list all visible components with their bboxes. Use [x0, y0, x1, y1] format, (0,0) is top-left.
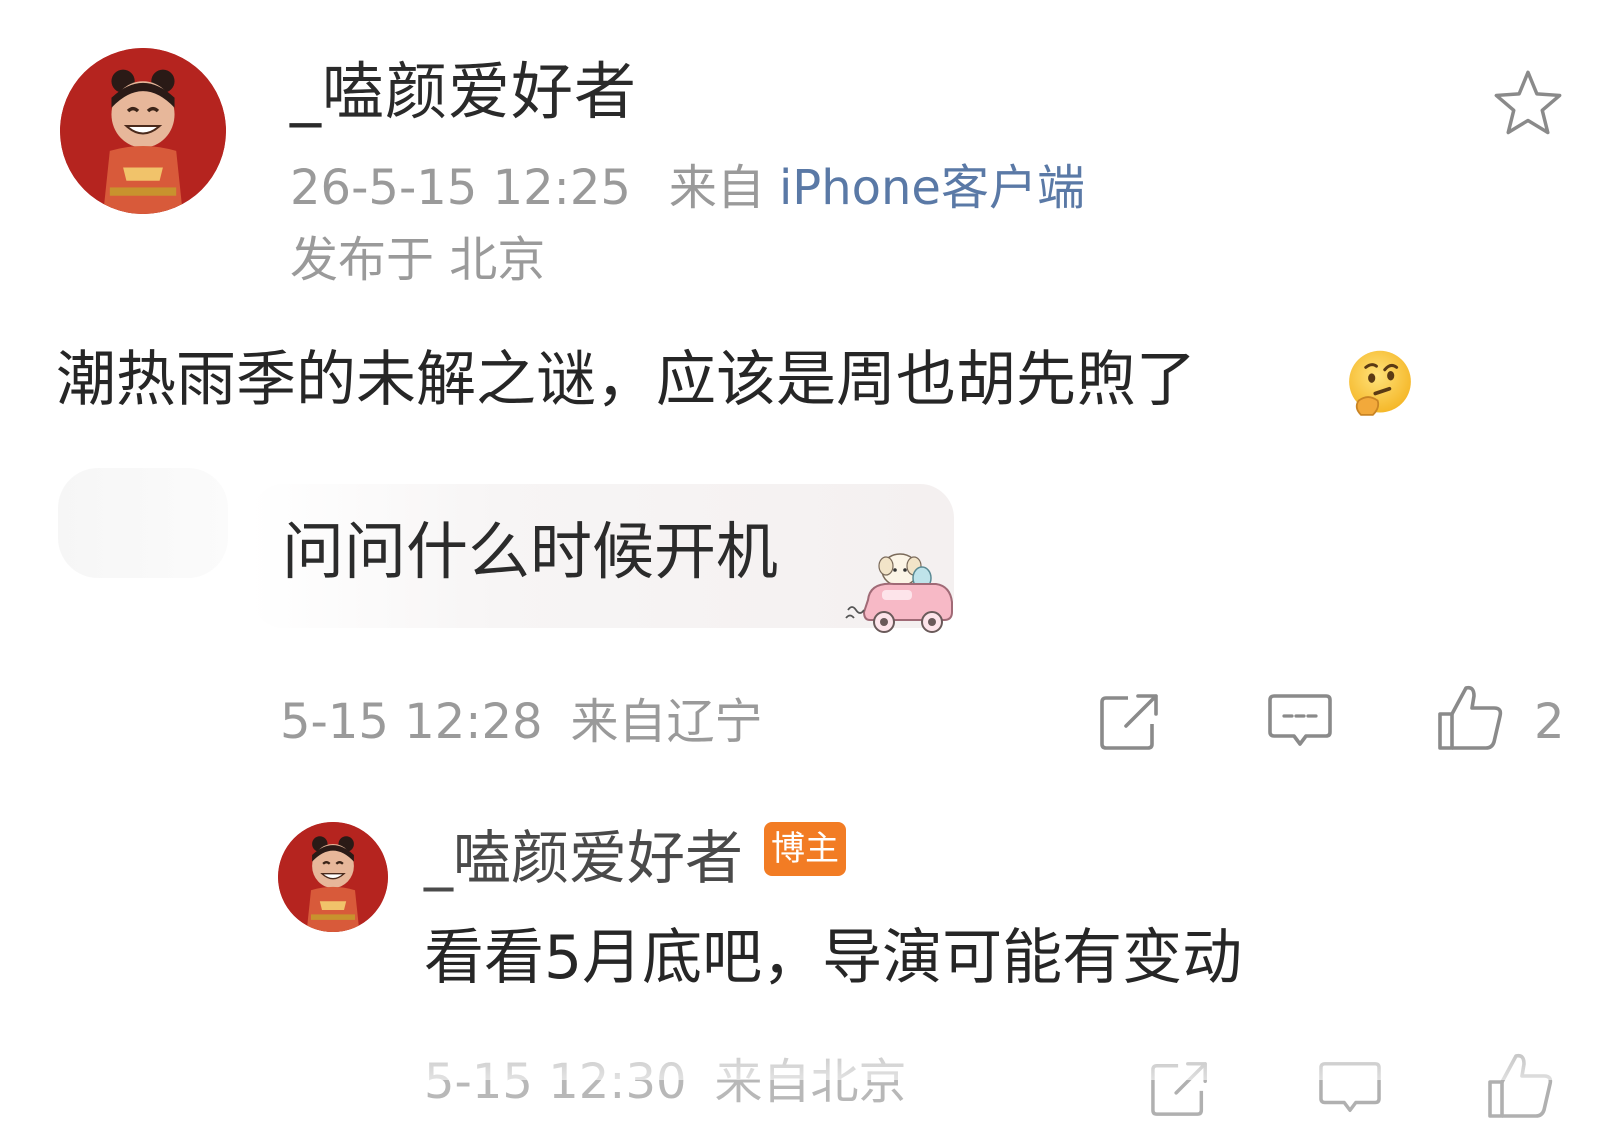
source-prefix: 来自 [668, 160, 765, 216]
author-badge: 博主 [764, 822, 846, 876]
reply-author-avatar[interactable] [278, 822, 388, 932]
post-text: 潮热雨季的未解之谜，应该是周也胡先煦了 [56, 345, 1196, 415]
star-icon[interactable] [1490, 66, 1566, 142]
post-timestamp: 26-5-15 12:25 [290, 160, 631, 216]
author-name[interactable]: _嗑颜爱好者 [290, 52, 637, 132]
author-avatar[interactable] [60, 48, 226, 214]
comment-time: 5-15 12:28 [280, 694, 543, 750]
avatar-illustration [60, 48, 226, 214]
post-location: 发布于 北京 [290, 232, 546, 288]
avatar-illustration [278, 822, 388, 932]
comment-text: 问问什么时候开机 [282, 515, 779, 588]
source-link[interactable]: iPhone客户端 [779, 160, 1085, 216]
like-count: 2 [1534, 694, 1565, 750]
comment-location: 来自辽宁 [570, 694, 763, 750]
bottom-fade [0, 1030, 1621, 1080]
comment-meta: 5-15 12:28 来自辽宁 [280, 690, 763, 754]
comment-icon[interactable] [1266, 690, 1334, 752]
share-icon[interactable] [1098, 690, 1164, 752]
thinking-face-icon [1342, 346, 1418, 422]
puppy-car-sticker-icon [840, 548, 980, 644]
commenter-avatar[interactable] [58, 468, 228, 578]
reply-text: 看看5月底吧，导演可能有变动 [424, 923, 1243, 993]
reply-author-name[interactable]: _嗑颜爱好者 [424, 820, 743, 896]
like-icon[interactable] [1434, 682, 1506, 754]
post-meta: 26-5-15 12:25 来自 iPhone客户端 [290, 156, 1085, 220]
